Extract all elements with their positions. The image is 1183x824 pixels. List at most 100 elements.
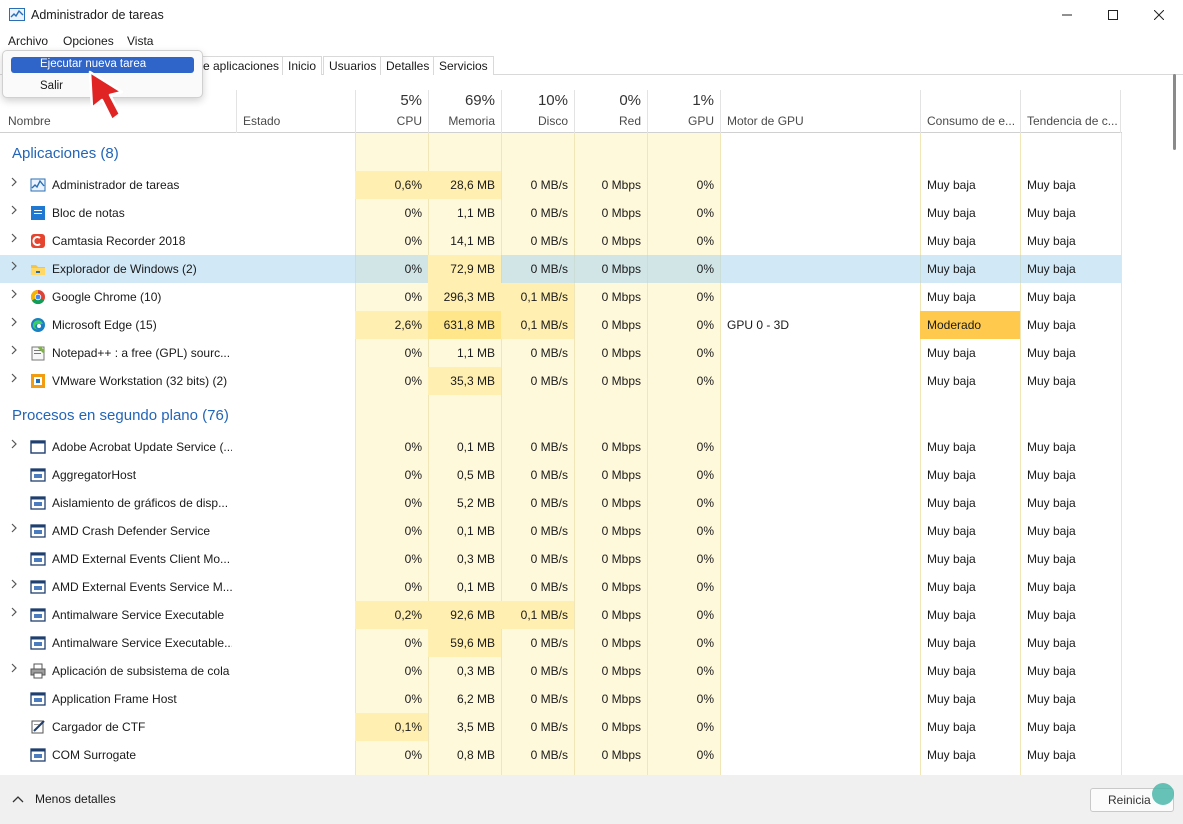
column-header-disk[interactable]: 10% Disco (501, 90, 574, 133)
menu-opciones[interactable]: Opciones (63, 34, 114, 48)
task-manager-icon (30, 177, 46, 193)
network-value: 0 Mbps (601, 664, 641, 678)
gpu-value: 0% (696, 290, 714, 304)
maximize-button[interactable] (1090, 0, 1136, 30)
process-row[interactable]: Antimalware Service Executable... 0% 59,6 … (0, 629, 1121, 657)
less-details-link[interactable]: Menos detalles (35, 792, 116, 806)
process-row[interactable]: Google Chrome (10) 0% 296,3 MB 0,1 MB/s 0 Mb… (0, 283, 1121, 311)
process-name: Cargador de CTF (52, 720, 146, 734)
process-row[interactable]: Cargador de CTF 0,1% 3,5 MB 0 MB/s 0 Mbps 0% M… (0, 713, 1121, 741)
process-row[interactable]: Aplicación de subsistema de cola 0% 0,3 MB… (0, 657, 1121, 685)
column-header-power-usage[interactable]: Consumo de e... (920, 90, 1020, 133)
expand-chevron-icon[interactable] (10, 317, 18, 330)
power-trend-value: Muy baja (1027, 346, 1076, 360)
column-header-status[interactable]: Estado (236, 90, 355, 133)
memory-value: 0,1 MB (456, 440, 495, 454)
gpu-value: 0% (696, 664, 714, 678)
expand-chevron-icon[interactable] (10, 373, 18, 386)
memory-value: 631,8 MB (443, 318, 495, 332)
expand-chevron-icon[interactable] (10, 607, 18, 620)
memory-value: 6,2 MB (456, 692, 495, 706)
process-row[interactable]: Antimalware Service Executable 0,2% 92,6 M… (0, 601, 1121, 629)
disk-value: 0 MB/s (530, 664, 568, 678)
network-value: 0 Mbps (601, 262, 641, 276)
process-row[interactable]: Administrador de tareas 0,6% 28,6 MB 0 MB/s… (0, 171, 1121, 199)
process-row[interactable]: Camtasia Recorder 2018 0% 14,1 MB 0 MB/s 0 M… (0, 227, 1121, 255)
column-header-gpu[interactable]: 1% GPU (647, 90, 720, 133)
process-name: AggregatorHost (52, 468, 137, 482)
process-row[interactable]: AMD External Events Service M... 0% 0,1 MB… (0, 573, 1121, 601)
process-row[interactable]: Microsoft Edge (15) 2,6% 631,8 MB 0,1 MB/s 0… (0, 311, 1121, 339)
memory-value: 92,6 MB (450, 608, 495, 622)
tab-detalles[interactable]: Detalles (380, 56, 436, 76)
process-name: Camtasia Recorder 2018 (52, 234, 186, 248)
process-row[interactable]: Notepad++ : a free (GPL) sourc... 0% 1,1 M… (0, 339, 1121, 367)
expand-chevron-icon[interactable] (10, 177, 18, 190)
power-trend-value: Muy baja (1027, 206, 1076, 220)
close-button[interactable] (1136, 0, 1182, 30)
power-trend-value: Muy baja (1027, 608, 1076, 622)
task-manager-icon (9, 8, 25, 21)
process-row[interactable]: Aislamiento de gráficos de disp... 0% 5,2 … (0, 489, 1121, 517)
column-header-cpu[interactable]: 5% CPU (355, 90, 428, 133)
expand-chevron-icon[interactable] (10, 261, 18, 274)
process-row[interactable]: Bloc de notas 0% 1,1 MB 0 MB/s 0 Mbps 0% Muy b… (0, 199, 1121, 227)
network-value: 0 Mbps (601, 524, 641, 538)
minimize-button[interactable] (1044, 0, 1090, 30)
power-usage-value: Muy baja (927, 374, 976, 388)
menu-archivo[interactable]: Archivo (8, 34, 48, 48)
power-trend-value: Muy baja (1027, 720, 1076, 734)
process-row[interactable]: AMD Crash Defender Service 0% 0,1 MB 0 MB/s… (0, 517, 1121, 545)
power-trend-value: Muy baja (1027, 290, 1076, 304)
process-row[interactable]: Adobe Acrobat Update Service (... 0% 0,1 M… (0, 433, 1121, 461)
menu-vista[interactable]: Vista (127, 34, 153, 48)
expand-chevron-icon[interactable] (10, 205, 18, 218)
process-row[interactable]: COM Surrogate 0% 0,8 MB 0 MB/s 0 Mbps 0% Muy b… (0, 741, 1121, 769)
power-trend-value: Muy baja (1027, 580, 1076, 594)
process-row[interactable]: Explorador de Windows (2) 0% 72,9 MB 0 MB/s… (0, 255, 1121, 283)
vertical-scrollbar[interactable] (1173, 74, 1176, 150)
gpu-value: 0% (696, 468, 714, 482)
column-header-memory[interactable]: 69% Memoria (428, 90, 501, 133)
network-value: 0 Mbps (601, 374, 641, 388)
expand-chevron-icon[interactable] (10, 439, 18, 452)
expand-chevron-icon[interactable] (10, 523, 18, 536)
chevron-up-icon[interactable] (12, 792, 24, 806)
column-header-power-trend[interactable]: Tendencia de c... (1020, 90, 1121, 133)
gpu-value: 0% (696, 178, 714, 192)
expand-chevron-icon[interactable] (10, 233, 18, 246)
memory-value: 72,9 MB (450, 262, 495, 276)
power-trend-value: Muy baja (1027, 178, 1076, 192)
tab-historial-aplicaciones[interactable]: e aplicaciones (198, 56, 286, 76)
window-title: Administrador de tareas (31, 8, 164, 22)
expand-chevron-icon[interactable] (10, 345, 18, 358)
gpu-value: 0% (696, 496, 714, 510)
expand-chevron-icon[interactable] (10, 579, 18, 592)
expand-chevron-icon[interactable] (10, 663, 18, 676)
gpu-value: 0% (696, 374, 714, 388)
column-header-network[interactable]: 0% Red (574, 90, 647, 133)
column-header-gpu-engine[interactable]: Motor de GPU (720, 90, 920, 133)
power-trend-value: Muy baja (1027, 748, 1076, 762)
power-usage-value: Muy baja (927, 720, 976, 734)
tab-usuarios[interactable]: Usuarios (323, 56, 383, 76)
tab-servicios[interactable]: Servicios (433, 56, 494, 76)
service-icon (30, 607, 46, 623)
process-row[interactable]: AggregatorHost 0% 0,5 MB 0 MB/s 0 Mbps 0% Muy … (0, 461, 1121, 489)
tab-inicio[interactable]: Inicio (282, 56, 323, 76)
process-row[interactable]: Application Frame Host 0% 6,2 MB 0 MB/s 0 Mb… (0, 685, 1121, 713)
window-icon (30, 439, 46, 455)
power-usage-value: Muy baja (927, 496, 976, 510)
expand-chevron-icon[interactable] (10, 289, 18, 302)
title-bar: Administrador de tareas (0, 0, 1183, 30)
memory-value: 0,1 MB (456, 524, 495, 538)
network-value: 0 Mbps (601, 346, 641, 360)
power-usage-value: Moderado (927, 318, 982, 332)
process-row[interactable]: VMware Workstation (32 bits) (2) 0% 35,3 M… (0, 367, 1121, 395)
service-icon (30, 551, 46, 567)
process-name: Aplicación de subsistema de cola (52, 664, 230, 678)
power-usage-value: Muy baja (927, 580, 976, 594)
power-trend-value: Muy baja (1027, 496, 1076, 510)
power-trend-value: Muy baja (1027, 262, 1076, 276)
process-row[interactable]: AMD External Events Client Mo... 0% 0,3 MB… (0, 545, 1121, 573)
